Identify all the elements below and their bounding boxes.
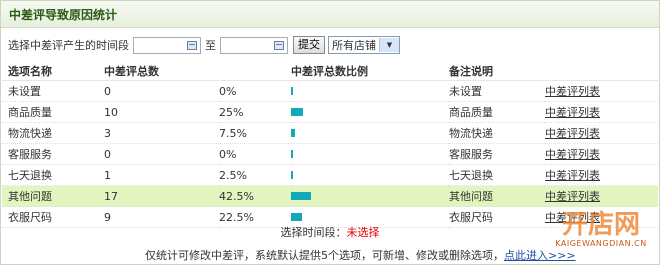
link-cell: 中差评列表: [545, 122, 658, 144]
start-date-input[interactable]: [133, 36, 201, 54]
note-cell: 客服服务: [449, 143, 545, 165]
note-cell: 商品质量: [449, 101, 545, 123]
end-date-input[interactable]: [220, 36, 288, 54]
col-header-ratio: 中差评总数比例: [291, 61, 449, 81]
selected-range-value: 未选择: [346, 226, 380, 239]
option-name-cell: 七天退换: [2, 164, 104, 186]
option-name-cell: 商品质量: [2, 101, 104, 123]
table-row: 商品质量 10 25% 商品质量 中差评列表: [2, 101, 658, 123]
count-cell: 3: [104, 122, 219, 144]
to-label: 至: [205, 39, 216, 52]
note-cell: 其他问题: [449, 185, 545, 207]
calendar-icon[interactable]: [187, 40, 197, 50]
store-select-value: 所有店铺: [332, 39, 376, 52]
note-cell: 物流快递: [449, 122, 545, 144]
chevron-down-icon[interactable]: ▼: [379, 38, 399, 52]
count-cell: 0: [104, 143, 219, 165]
ratio-bar: [291, 129, 295, 137]
ratio-bar: [291, 192, 312, 200]
percent-cell: 25%: [219, 101, 291, 123]
option-name-cell: 其他问题: [2, 185, 104, 207]
ratio-bar-cell: [291, 122, 449, 144]
col-header-name: 选项名称: [2, 61, 104, 81]
percent-cell: 42.5%: [219, 185, 291, 207]
stats-panel: 中差评导致原因统计 选择中差评产生的时间段 至 提交 所有店铺 ▼ 选项名称 中…: [0, 0, 660, 265]
count-cell: 0: [104, 80, 219, 102]
link-cell: 中差评列表: [545, 185, 658, 207]
watermark-logo: 开店网: [561, 210, 640, 240]
count-cell: 10: [104, 101, 219, 123]
link-cell: 中差评列表: [545, 164, 658, 186]
count-cell: 1: [104, 164, 219, 186]
selected-range-label: 选择时间段：: [280, 226, 347, 239]
panel-header: 中差评导致原因统计: [1, 1, 659, 28]
link-cell: 中差评列表: [545, 80, 658, 102]
table-row: 其他问题 17 42.5% 其他问题 中差评列表: [2, 185, 658, 207]
review-list-link[interactable]: 中差评列表: [545, 169, 600, 182]
table-header: 选项名称 中差评总数 中差评总数比例 备注说明: [2, 61, 658, 81]
ratio-bar: [291, 171, 293, 179]
ratio-bar: [291, 87, 293, 95]
review-list-link[interactable]: 中差评列表: [545, 148, 600, 161]
ratio-bar-cell: [291, 80, 449, 102]
date-range-label: 选择中差评产生的时间段: [8, 39, 129, 52]
option-name-cell: 客服服务: [2, 143, 104, 165]
stats-table: 选项名称 中差评总数 中差评总数比例 备注说明 未设置 0 0% 未设置 中差评列表 商品…: [2, 61, 658, 228]
percent-cell: 2.5%: [219, 164, 291, 186]
date-filter: 选择中差评产生的时间段 至 提交 所有店铺 ▼: [8, 35, 400, 55]
panel-title: 中差评导致原因统计: [9, 7, 118, 22]
ratio-bar-cell: [291, 164, 449, 186]
table-row: 七天退换 1 2.5% 七天退换 中差评列表: [2, 164, 658, 186]
percent-cell: 7.5%: [219, 122, 291, 144]
col-header-note: 备注说明: [449, 61, 545, 81]
note-cell: 七天退换: [449, 164, 545, 186]
note-cell: 未设置: [449, 80, 545, 102]
enter-options-link[interactable]: 点此进入>>>: [504, 249, 576, 262]
ratio-bar: [291, 150, 293, 158]
submit-button[interactable]: 提交: [293, 36, 325, 54]
link-cell: 中差评列表: [545, 101, 658, 123]
review-list-link[interactable]: 中差评列表: [545, 106, 600, 119]
ratio-bar: [291, 213, 302, 221]
store-select[interactable]: 所有店铺 ▼: [328, 36, 400, 54]
percent-cell: 0%: [219, 80, 291, 102]
option-name-cell: 物流快递: [2, 122, 104, 144]
watermark-url: KAIGEWANGDIAN.CN: [555, 239, 647, 248]
footer-text: 仅统计可修改中差评，系统默认提供5个选项，可新增、修改或删除选项，: [145, 249, 504, 262]
col-header-count: 中差评总数: [104, 61, 219, 81]
ratio-bar-cell: [291, 101, 449, 123]
review-list-link[interactable]: 中差评列表: [545, 190, 600, 203]
table-row: 物流快递 3 7.5% 物流快递 中差评列表: [2, 122, 658, 144]
calendar-icon[interactable]: [274, 40, 284, 50]
ratio-bar-cell: [291, 143, 449, 165]
watermark: 开店网 KAIGEWANGDIAN.CN: [551, 211, 651, 248]
option-name-cell: 未设置: [2, 80, 104, 102]
table-row: 客服服务 0 0% 客服服务 中差评列表: [2, 143, 658, 165]
ratio-bar-cell: [291, 185, 449, 207]
footer-note: 仅统计可修改中差评，系统默认提供5个选项，可新增、修改或删除选项，点此进入>>>: [145, 247, 576, 263]
table-row: 未设置 0 0% 未设置 中差评列表: [2, 80, 658, 102]
review-list-link[interactable]: 中差评列表: [545, 127, 600, 140]
count-cell: 17: [104, 185, 219, 207]
review-list-link[interactable]: 中差评列表: [545, 85, 600, 98]
ratio-bar: [291, 108, 303, 116]
link-cell: 中差评列表: [545, 143, 658, 165]
percent-cell: 0%: [219, 143, 291, 165]
